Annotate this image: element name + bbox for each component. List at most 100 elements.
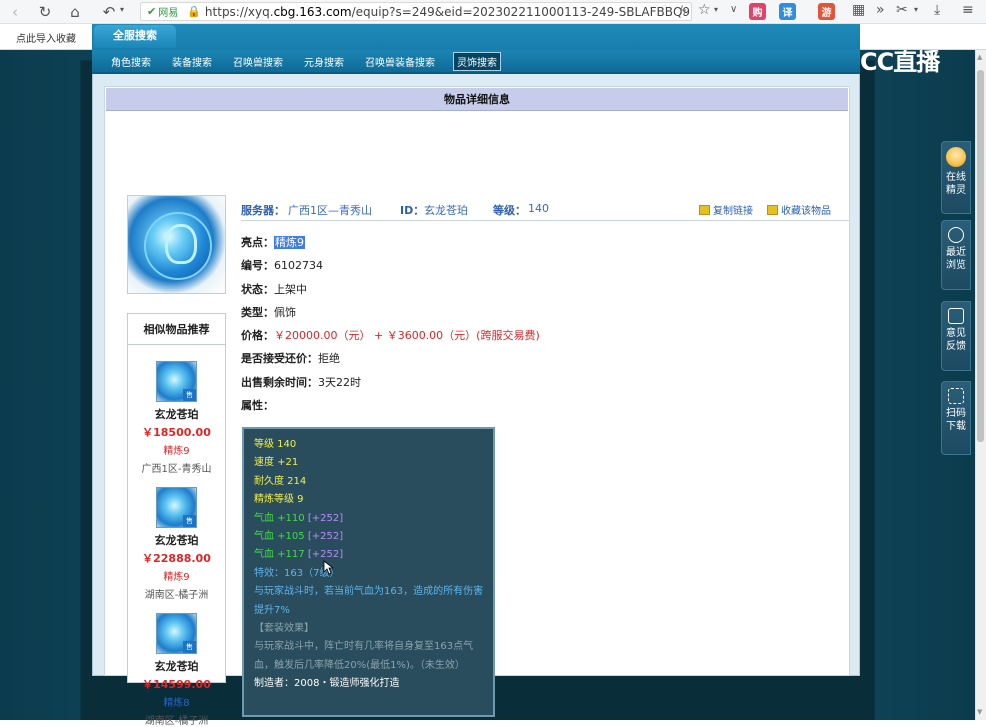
attr-hp-line: 气血 +105 [+252] [254, 531, 344, 543]
price-value: ￥20000.00（元） + ￥3600.00（元）(跨服交易费) [274, 329, 540, 342]
time-row: 出售剩余时间：3天22时 [241, 376, 361, 389]
highlight-value: 精炼9 [274, 236, 305, 249]
recommend-item[interactable]: 售 玄龙苍珀 ￥14599.00 精炼8 湖南区-橘子洲 [128, 613, 225, 727]
attr-maker: 制造者：2008・锻造师强化打造 [254, 678, 400, 690]
recommend-box: 相似物品推荐 售 玄龙苍珀 ￥18500.00 精炼9 广西1区-青秀山 售 玄… [127, 313, 226, 727]
recommend-item-name[interactable]: 玄龙苍珀 [128, 532, 225, 548]
menu-icon[interactable]: ≡ [962, 2, 974, 18]
lightning-icon[interactable]: ϟ [679, 4, 687, 18]
dock-scan-download[interactable]: 扫码下载 [941, 381, 971, 455]
favorite-button[interactable]: 收藏该物品 [767, 202, 831, 217]
download-icon[interactable]: ⤓ [934, 2, 940, 18]
recommend-item-name[interactable]: 玄龙苍珀 [128, 406, 225, 422]
recommend-item-refine: 精炼9 [163, 572, 190, 583]
recommend-item-icon[interactable]: 售 [156, 487, 197, 528]
recommend-item-refine: 精炼8 [163, 698, 190, 709]
attr-set-desc: 与玩家战斗中，阵亡时有几率将自身复至163点气血，触发后几率降低20%(最低1%… [254, 641, 474, 671]
undo-dropdown-icon[interactable]: ▾ [120, 5, 124, 14]
more-icon[interactable]: » [876, 2, 885, 18]
item-image [127, 195, 226, 294]
scroll-down-icon[interactable]: ▼ [977, 708, 982, 716]
mouse-cursor-icon [323, 560, 333, 575]
dock-online-assistant[interactable]: 在线精灵 [941, 141, 971, 214]
favorite-icon [767, 205, 778, 215]
number-row: 编号：6102734 [241, 259, 323, 272]
star-dropdown-icon[interactable]: ▾ [714, 5, 718, 14]
recommend-item[interactable]: 售 玄龙苍珀 ￥18500.00 精炼9 广西1区-青秀山 [128, 361, 225, 475]
import-bookmarks-link[interactable]: 点此导入收藏 [16, 30, 76, 45]
tab-all-server-search[interactable]: 全服搜索 [94, 25, 176, 48]
bargain-row: 是否接受还价：拒绝 [241, 352, 340, 365]
recommend-item-name[interactable]: 玄龙苍珀 [128, 658, 225, 674]
back-icon[interactable]: ‹ [2, 0, 28, 24]
translate-ext-icon[interactable]: 译 [779, 3, 796, 20]
attribute-panel: 等级 140 速度 +21 耐久度 214 精炼等级 9 气血 +110 [+2… [242, 427, 495, 717]
recommend-item-price: ￥22888.00 [142, 552, 211, 565]
attr-hp-line: 气血 +110 [+252] [254, 512, 344, 524]
id-value: 玄龙苍珀 [424, 204, 468, 217]
detail-content: 物品详细信息 相似物品推荐 售 玄龙苍珀 ￥18500.00 精炼9 广西1区-… [104, 86, 850, 727]
search-subnav: 角色搜索 装备搜索 召唤兽搜索 元身搜索 召唤兽装备搜索 灵饰搜索 [92, 50, 860, 74]
edit-icon [948, 308, 964, 324]
reload-icon[interactable]: ↻ [32, 0, 58, 24]
server-value: 广西1区—青秀山 [288, 204, 372, 217]
level-value: 140 [528, 202, 549, 215]
attr-durability: 耐久度 214 [254, 475, 307, 487]
recommend-item[interactable]: 售 玄龙苍珀 ￥22888.00 精炼9 湖南区-橘子洲 [128, 487, 225, 601]
dock-feedback[interactable]: 意见反馈 [941, 301, 971, 371]
sale-badge: 售 [183, 515, 196, 527]
attr-effect-desc: 与玩家战斗时，若当前气血为163，造成的所有伤害提升7% [254, 586, 484, 616]
scan-icon [948, 388, 964, 404]
recommend-item-price: ￥18500.00 [142, 426, 211, 439]
browser-toolbar: ‹ ↻ ⌂ ↶ ▾ ✔ 网易 🔒 https://xyq.cbg.163.com… [0, 0, 986, 24]
id-label: ID： [400, 204, 425, 217]
address-bar[interactable]: ✔ 网易 🔒 https://xyq.cbg.163.com/equip?s=2… [140, 2, 692, 21]
recommend-item-icon[interactable]: 售 [156, 613, 197, 654]
attr-row: 属性： [241, 399, 274, 412]
avatar-icon [946, 147, 966, 167]
attr-special-effect: 特效：163（7级） [254, 567, 340, 579]
subnav-equip-search[interactable]: 装备搜索 [169, 53, 215, 70]
subnav-ornament-search[interactable]: 灵饰搜索 [453, 51, 501, 71]
apps-grid-icon[interactable]: ▦ [852, 2, 865, 18]
undo-icon[interactable]: ↶ [96, 0, 122, 24]
url-text: https://xyq.cbg.163.com/equip?s=249&eid=… [204, 4, 692, 19]
subnav-pet-equip-search[interactable]: 召唤兽装备搜索 [362, 53, 438, 70]
game-ext-icon[interactable]: 游 [818, 3, 835, 20]
attr-refine-level: 精炼等级 9 [254, 494, 304, 506]
shopping-ext-icon[interactable]: 购 [749, 3, 766, 20]
site-tag: 网易 [158, 8, 179, 19]
subnav-body-search[interactable]: 元身搜索 [301, 53, 347, 70]
type-row: 类型：佩饰 [241, 306, 296, 319]
clock-icon [948, 227, 964, 243]
level-label: 等级： [493, 204, 526, 217]
dock-recent-browse[interactable]: 最近浏览 [941, 220, 971, 290]
status-row: 状态：上架中 [241, 283, 307, 296]
star-icon[interactable]: ☆ [698, 2, 711, 18]
highlight-row: 亮点：精炼9 [241, 236, 305, 249]
subnav-pet-search[interactable]: 召唤兽搜索 [230, 53, 286, 70]
dragon-amber-icon [144, 212, 212, 280]
scrollbar-thumb[interactable] [977, 70, 984, 442]
attr-hp-line: 气血 +117 [+252] [254, 549, 344, 561]
menu-dropdown-icon[interactable]: ∨ [730, 4, 737, 15]
recommend-item-server: 广西1区-青秀山 [141, 464, 212, 475]
item-info-header: 服务器： 广西1区—青秀山 ID： 玄龙苍珀 等级： 140 复制链接 收藏该物… [241, 197, 849, 221]
copy-link-button[interactable]: 复制链接 [699, 202, 753, 217]
side-dock: 在线精灵 最近浏览 意见反馈 扫码下载 [941, 141, 971, 455]
subnav-role-search[interactable]: 角色搜索 [108, 53, 154, 70]
recommend-title: 相似物品推荐 [128, 314, 225, 345]
scroll-up-icon[interactable]: ▲ [977, 53, 982, 61]
shield-icon: ✔ [147, 5, 157, 18]
attr-level: 等级 140 [254, 439, 297, 450]
price-row: 价格：￥20000.00（元） + ￥3600.00（元）(跨服交易费) [241, 329, 540, 342]
cut-icon[interactable]: ✂ [896, 2, 908, 18]
detail-title: 物品详细信息 [106, 88, 848, 111]
recommend-item-icon[interactable]: 售 [156, 361, 197, 402]
sale-badge: 售 [183, 389, 196, 401]
sale-badge: 售 [183, 641, 196, 653]
copy-link-icon [699, 205, 710, 215]
home-icon[interactable]: ⌂ [62, 0, 88, 24]
cut-dropdown-icon[interactable]: ▾ [914, 5, 918, 14]
recommend-item-price: ￥14599.00 [142, 678, 211, 691]
